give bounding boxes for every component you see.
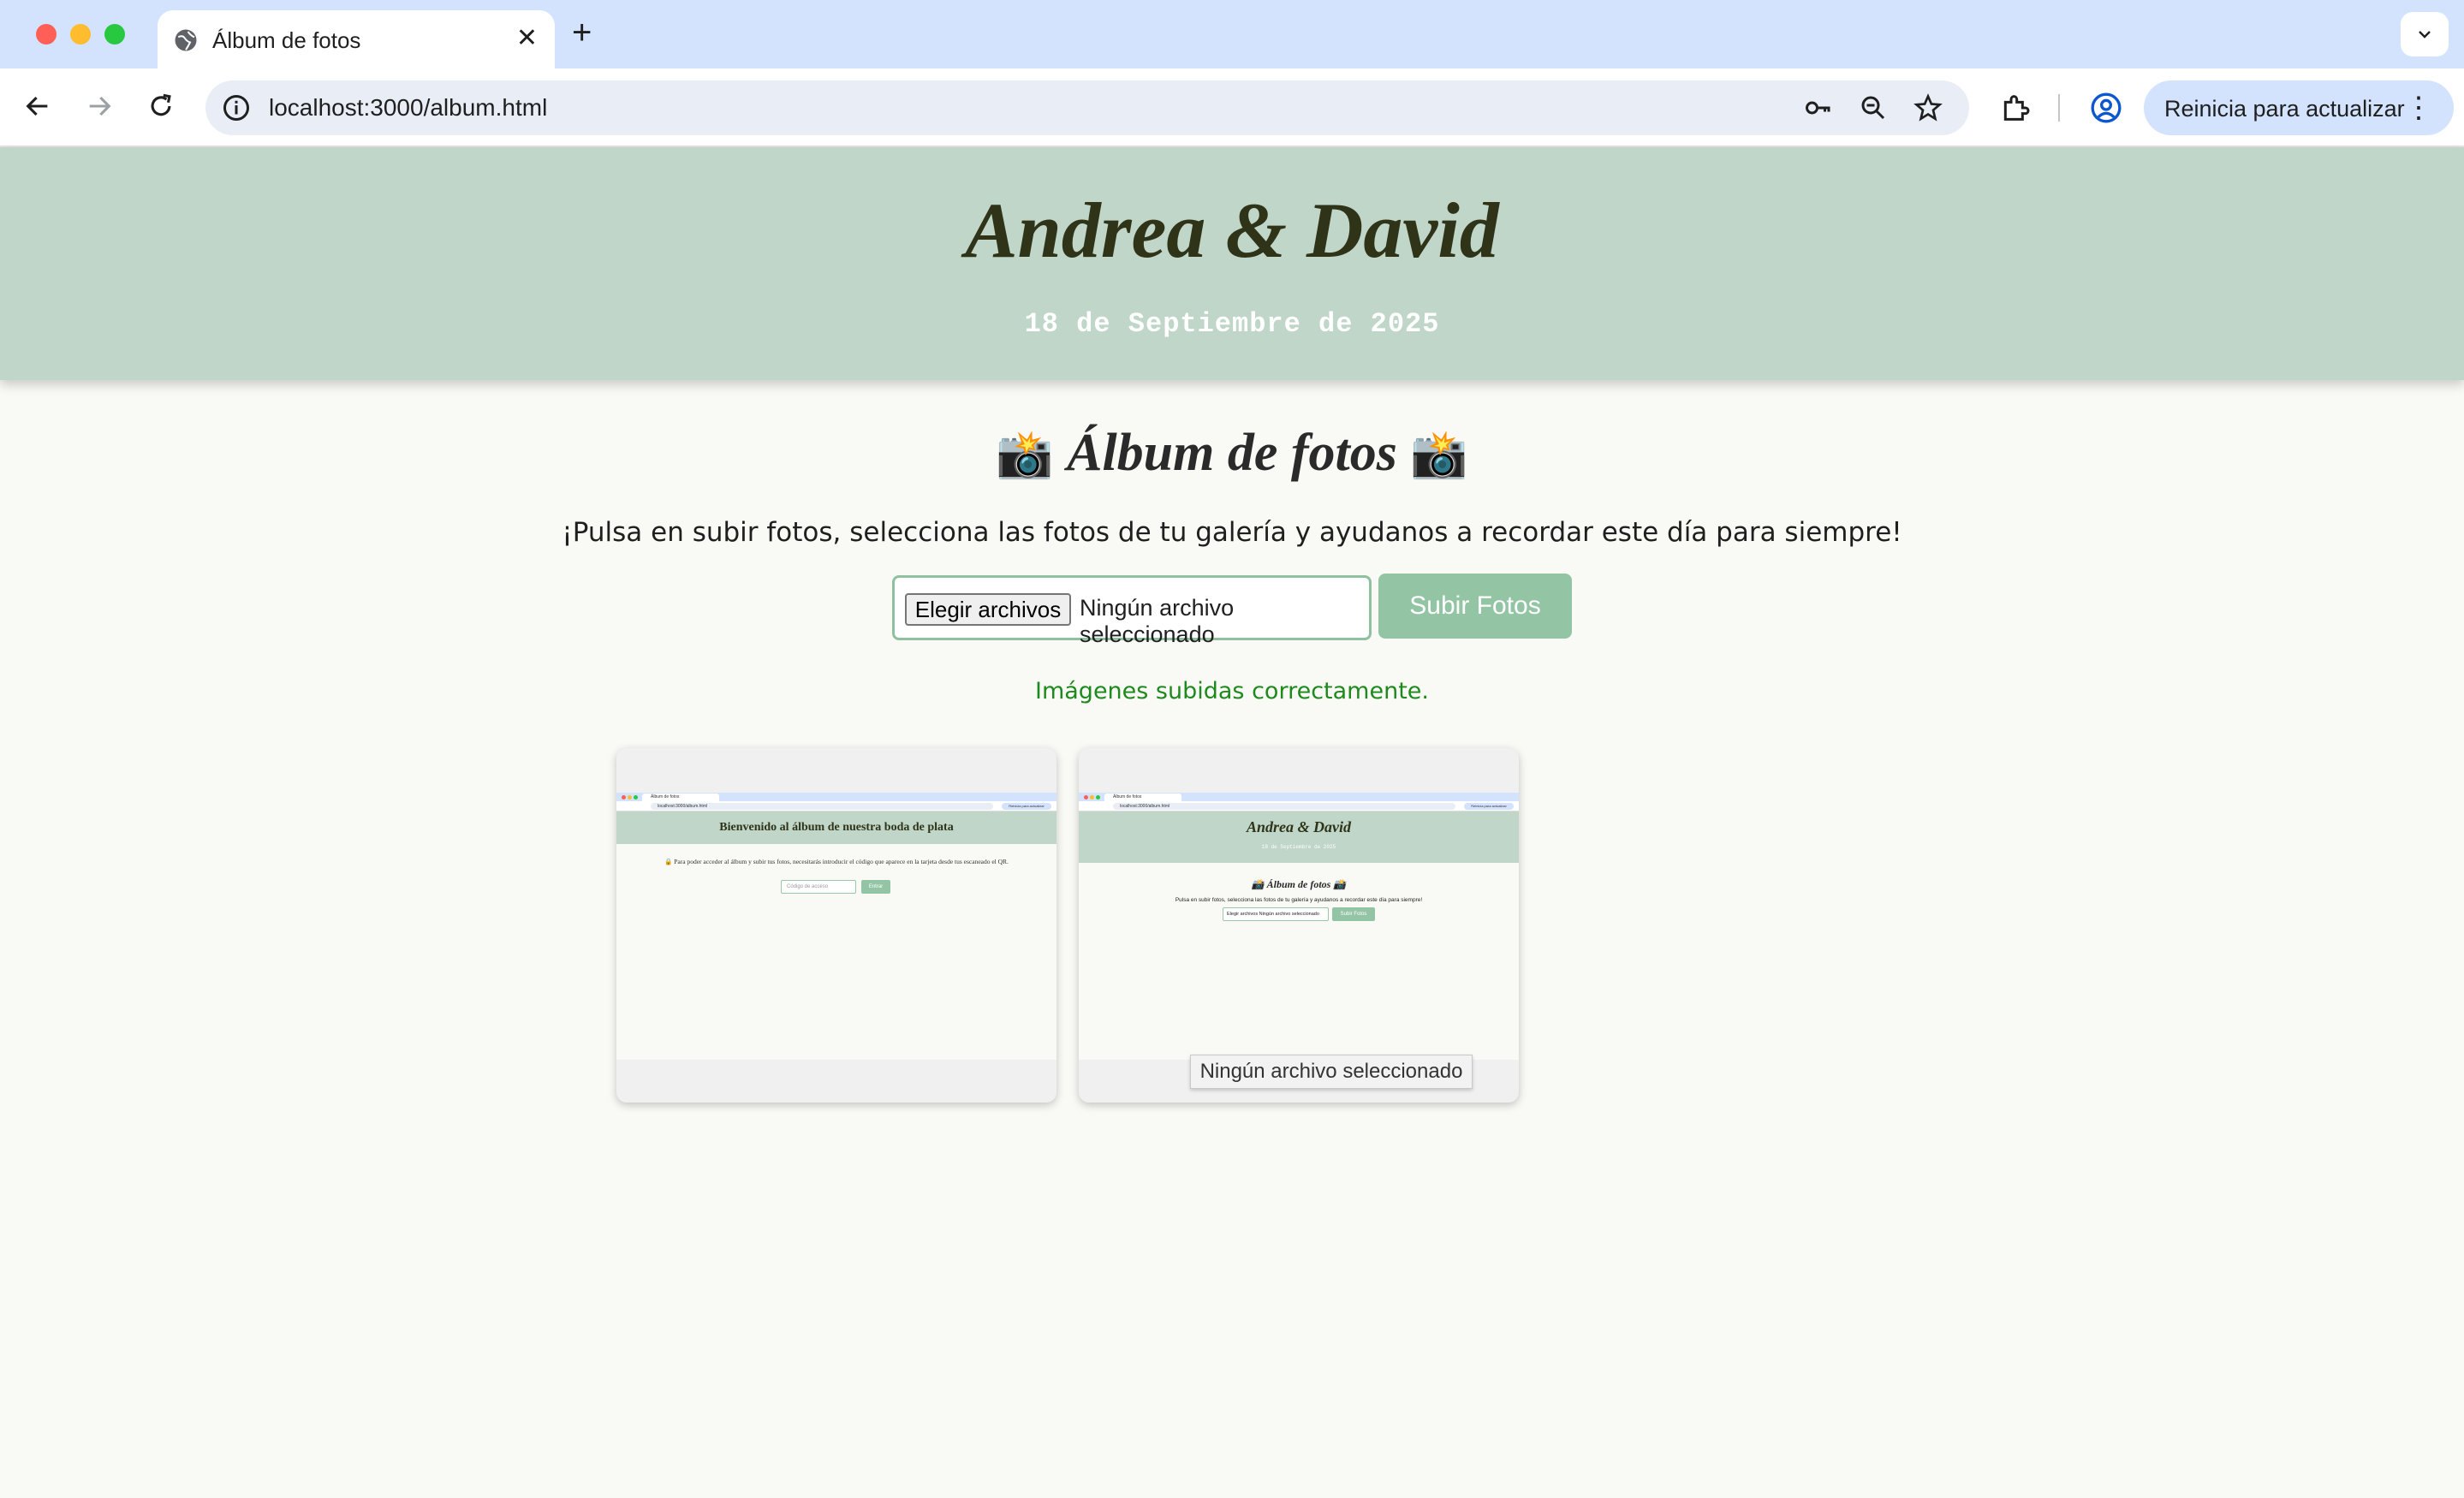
thumbnail-upload-button: Subir Fotos xyxy=(1332,907,1375,921)
thumbnail-header: Andrea & David 18 de Septiembre de 2025 xyxy=(1079,811,1519,863)
photo-thumbnail: Álbum de fotos localhost:3000/album.html… xyxy=(616,793,1056,1060)
browser-tab[interactable]: Álbum de fotos ✕ xyxy=(158,10,555,68)
key-icon[interactable] xyxy=(1803,92,1834,123)
globe-icon xyxy=(173,27,199,53)
url-text[interactable]: localhost:3000/album.html xyxy=(269,94,547,122)
extensions-icon[interactable] xyxy=(1998,91,2033,125)
thumbnail-update: Reinicia para actualizar xyxy=(1464,803,1514,810)
thumbnail-instructions: Pulsa en subir fotos, selecciona las fot… xyxy=(1175,897,1423,903)
choose-files-button[interactable]: Elegir archivos xyxy=(905,593,1071,626)
thumbnail-toolbar: localhost:3000/album.html Reinicia para … xyxy=(1079,801,1519,811)
close-tab-icon[interactable]: ✕ xyxy=(516,26,538,51)
bookmark-star-icon[interactable] xyxy=(1913,92,1943,123)
photo-card[interactable]: Álbum de fotos localhost:3000/album.html… xyxy=(616,748,1056,1103)
reload-icon[interactable] xyxy=(144,89,178,123)
thumbnail-update: Reinicia para actualizar xyxy=(1002,803,1051,810)
camera-icon: 📸 xyxy=(1410,429,1468,480)
thumbnail-tabstrip: Álbum de fotos xyxy=(1079,793,1519,801)
album-title: 📸 Álbum de fotos 📸 xyxy=(0,423,2464,484)
thumbnail-enter-button: Entrar xyxy=(861,880,890,894)
thumbnail-welcome-header: Bienvenido al álbum de nuestra boda de p… xyxy=(616,811,1056,844)
browser-toolbar: localhost:3000/album.html Reinicia para … xyxy=(0,68,2464,147)
toolbar-divider xyxy=(2058,94,2060,122)
maximize-window-button[interactable] xyxy=(104,24,125,45)
photo-card[interactable]: Álbum de fotos localhost:3000/album.html… xyxy=(1079,748,1519,1103)
restart-to-update-button[interactable]: Reinicia para actualizar ⋮ xyxy=(2144,80,2454,135)
page: Andrea & David 18 de Septiembre de 2025 … xyxy=(0,147,2464,1498)
thumbnail-file-input: Elegir archivos Ningún archivo seleccion… xyxy=(1223,907,1329,921)
couple-names: Andrea & David xyxy=(965,187,1499,274)
instructions-text: ¡Pulsa en subir fotos, selecciona las fo… xyxy=(562,517,1902,548)
zoom-icon[interactable] xyxy=(1858,92,1889,123)
thumbnail-toolbar: localhost:3000/album.html Reinicia para … xyxy=(616,801,1056,811)
tab-search-button[interactable] xyxy=(2401,12,2449,56)
close-window-button[interactable] xyxy=(36,24,57,45)
thumbnail-tab: Álbum de fotos xyxy=(1104,794,1181,801)
back-icon[interactable] xyxy=(21,89,55,123)
address-bar-actions xyxy=(1803,92,1943,123)
file-input[interactable]: Elegir archivos Ningún archivo seleccion… xyxy=(892,575,1372,647)
address-bar[interactable]: localhost:3000/album.html xyxy=(205,80,1969,135)
thumbnail-url: localhost:3000/album.html xyxy=(651,803,993,810)
thumbnail-access-text: 🔒 Para poder acceder al álbum y subir tu… xyxy=(664,858,1009,865)
success-message: Imágenes subidas correctamente. xyxy=(1035,678,1429,704)
browser-tabstrip: Álbum de fotos ✕ + xyxy=(0,0,2464,68)
photo-thumbnail: Álbum de fotos localhost:3000/album.html… xyxy=(1079,793,1519,1060)
tooltip: Ningún archivo seleccionado xyxy=(1190,1055,1473,1089)
album-title-text: Álbum de fotos xyxy=(1067,424,1397,482)
no-file-label: Ningún archivo seleccionado xyxy=(1080,595,1235,647)
new-tab-icon[interactable]: + xyxy=(572,15,592,50)
header-banner: Andrea & David 18 de Septiembre de 2025 xyxy=(0,147,2464,380)
minimize-window-button[interactable] xyxy=(70,24,91,45)
thumbnail-couple: Andrea & David xyxy=(1246,818,1351,835)
profile-icon[interactable] xyxy=(2089,91,2123,125)
thumbnail-album-title: 📸 Álbum de fotos 📸 xyxy=(1251,878,1347,890)
more-menu-icon[interactable]: ⋮ xyxy=(2404,91,2433,125)
thumbnail-code-input: Código de acceso xyxy=(781,880,856,894)
forward-icon[interactable] xyxy=(82,89,116,123)
thumbnail-url: localhost:3000/album.html xyxy=(1113,803,1455,810)
thumbnail-date: 18 de Septiembre de 2025 xyxy=(1261,844,1336,850)
camera-icon: 📸 xyxy=(996,429,1054,480)
site-info-icon[interactable] xyxy=(221,92,252,123)
update-label: Reinicia para actualizar xyxy=(2164,96,2405,122)
upload-photos-button[interactable]: Subir Fotos xyxy=(1378,574,1572,639)
chevron-down-icon xyxy=(2419,31,2431,39)
wedding-date: 18 de Septiembre de 2025 xyxy=(1024,308,1440,340)
thumbnail-tab: Álbum de fotos xyxy=(642,794,719,801)
tab-title: Álbum de fotos xyxy=(212,27,361,53)
thumbnail-tabstrip: Álbum de fotos xyxy=(616,793,1056,801)
